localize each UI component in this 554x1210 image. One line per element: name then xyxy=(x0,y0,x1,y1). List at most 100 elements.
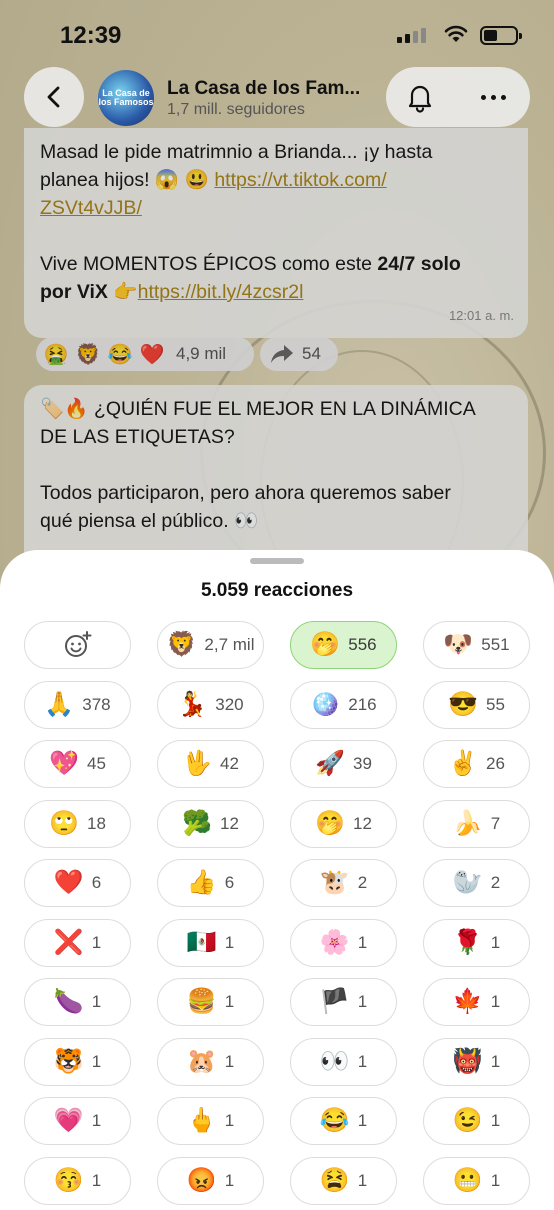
reaction-count: 1 xyxy=(224,1051,235,1071)
reaction-emoji: 🐶 xyxy=(443,631,474,658)
reaction-chip[interactable]: 🪩 216 xyxy=(290,680,397,729)
reaction-chip[interactable]: ❌ 1 xyxy=(24,918,131,967)
reaction-chip[interactable]: 🌹 1 xyxy=(423,918,530,967)
reaction-count: 18 xyxy=(86,813,106,833)
reaction-emoji: 😫 xyxy=(319,1166,350,1194)
channel-title[interactable]: La Casa de los Fam... xyxy=(167,78,360,100)
reaction-count: 2 xyxy=(357,873,368,892)
reaction-chip[interactable]: 🦭 2 xyxy=(423,859,530,907)
reaction-count: 1 xyxy=(224,1111,235,1130)
reaction-count: 1 xyxy=(91,1170,102,1190)
reaction-chip[interactable]: 😡 1 xyxy=(157,1156,264,1205)
reaction-emoji: 🖖 xyxy=(182,750,212,777)
reaction-chip[interactable]: 🐮 2 xyxy=(290,859,397,907)
reaction-count: 1 xyxy=(91,932,102,952)
reaction-emoji: 🚀 xyxy=(315,750,345,777)
reaction-emoji: 🥦 xyxy=(182,809,212,837)
reaction-chip[interactable]: 😫 1 xyxy=(290,1156,397,1205)
reaction-emoji: 🤭 xyxy=(315,809,345,837)
reaction-count: 1 xyxy=(490,1170,501,1190)
reaction-count: 1 xyxy=(224,992,235,1011)
reaction-chip[interactable]: 🌸 1 xyxy=(290,918,397,967)
status-time: 12:39 xyxy=(60,22,122,49)
reaction-emoji: 🌹 xyxy=(452,928,483,956)
reaction-count: 1 xyxy=(357,1051,368,1071)
reaction-chip[interactable]: 🤭 556 xyxy=(290,621,397,669)
reaction-emoji: 🇲🇽 xyxy=(186,928,217,956)
reaction-count: 1 xyxy=(490,932,501,952)
reaction-chip[interactable]: 🚀 39 xyxy=(290,740,397,788)
bell-icon[interactable] xyxy=(404,81,436,113)
reaction-chip[interactable]: 🇲🇽 1 xyxy=(157,918,264,967)
reaction-emoji: 😉 xyxy=(452,1107,483,1134)
reactions-total: 5.059 reacciones xyxy=(200,580,354,601)
reaction-chip[interactable]: 🏴 1 xyxy=(290,978,397,1026)
reaction-chip[interactable]: 🦁 2,7 mil xyxy=(157,621,264,669)
reaction-emoji: 👍 xyxy=(186,869,217,896)
header-actions xyxy=(386,67,530,127)
reaction-count: 1 xyxy=(357,992,368,1011)
reaction-chip[interactable]: 😬 1 xyxy=(423,1156,530,1205)
reaction-chip[interactable]: 💗 1 xyxy=(24,1097,131,1145)
reaction-chip[interactable]: ✌️ 26 xyxy=(423,740,530,788)
reaction-chip[interactable]: 🖖 42 xyxy=(157,740,264,788)
reaction-chip[interactable]: 🍌 7 xyxy=(423,799,530,848)
reaction-count: 2,7 mil xyxy=(204,635,255,654)
reaction-chip[interactable]: 🍔 1 xyxy=(157,978,264,1026)
channel-avatar[interactable]: La Casa de los Famosos xyxy=(98,70,154,126)
reaction-chip[interactable]: 🖕 1 xyxy=(157,1097,264,1145)
reaction-emoji: 🌸 xyxy=(319,928,350,956)
reaction-emoji: 😬 xyxy=(452,1166,483,1194)
reaction-emoji: 🐯 xyxy=(53,1047,84,1075)
reaction-chip[interactable]: 👍 6 xyxy=(157,859,264,907)
reaction-chip[interactable]: 👀 1 xyxy=(290,1037,397,1086)
reaction-emoji: ✌️ xyxy=(448,750,478,777)
reaction-chip[interactable]: 😚 1 xyxy=(24,1156,131,1205)
reaction-emoji: 😡 xyxy=(186,1166,217,1194)
reaction-chip[interactable]: 🍆 1 xyxy=(24,978,131,1026)
reaction-emoji: 🍁 xyxy=(452,988,483,1015)
reaction-count: 1 xyxy=(91,992,102,1011)
more-options-icon[interactable] xyxy=(481,95,506,100)
reaction-emoji: 😂 xyxy=(319,1107,350,1134)
reaction-count: 7 xyxy=(490,813,501,833)
wifi-icon xyxy=(444,25,468,42)
reaction-chip[interactable]: ❤️ 6 xyxy=(24,859,131,907)
reaction-chip[interactable]: 🥦 12 xyxy=(157,799,264,848)
reaction-chip[interactable]: 😉 1 xyxy=(423,1097,530,1145)
reaction-chip[interactable]: 💖 45 xyxy=(24,740,131,788)
reaction-count: 42 xyxy=(219,754,239,773)
reaction-emoji: 🍌 xyxy=(452,809,483,837)
reaction-count: 1 xyxy=(490,1051,501,1071)
reaction-count: 320 xyxy=(215,694,244,714)
add-reaction-icon xyxy=(64,631,91,657)
reaction-chip[interactable]: 💃 320 xyxy=(157,680,264,729)
add-reaction-button[interactable] xyxy=(24,621,131,669)
reaction-chip[interactable]: 🐯 1 xyxy=(24,1037,131,1086)
reaction-count: 1 xyxy=(224,932,235,952)
reaction-emoji: ❤️ xyxy=(53,869,84,896)
reaction-count: 39 xyxy=(352,754,372,773)
reaction-chip[interactable]: 🤭 12 xyxy=(290,799,397,848)
reaction-chip[interactable]: 😎 55 xyxy=(423,680,530,729)
chevron-left-icon xyxy=(47,86,60,108)
reaction-chip[interactable]: 🐹 1 xyxy=(157,1037,264,1086)
sheet-grabber[interactable] xyxy=(250,558,304,564)
reaction-emoji: 🖕 xyxy=(186,1107,217,1134)
back-button[interactable] xyxy=(24,67,84,127)
reaction-count: 1 xyxy=(357,1111,368,1130)
reaction-chip[interactable]: 👹 1 xyxy=(423,1037,530,1086)
reaction-chip[interactable]: 🍁 1 xyxy=(423,978,530,1026)
reaction-chip[interactable]: 🙄 18 xyxy=(24,799,131,848)
reaction-emoji: 🏴 xyxy=(319,988,350,1015)
reaction-chip[interactable]: 🐶 551 xyxy=(423,621,530,669)
reaction-count: 556 xyxy=(348,635,377,654)
reaction-emoji: 💖 xyxy=(49,750,79,777)
reaction-chip[interactable]: 😂 1 xyxy=(290,1097,397,1145)
status-bar: 12:39 xyxy=(0,0,554,62)
reaction-chip[interactable]: 🙏 378 xyxy=(24,680,131,729)
channel-subtitle: 1,7 mill. seguidores xyxy=(167,101,305,118)
reaction-emoji: 😚 xyxy=(53,1166,84,1194)
reaction-count: 12 xyxy=(219,813,239,833)
reaction-count: 1 xyxy=(490,992,501,1011)
